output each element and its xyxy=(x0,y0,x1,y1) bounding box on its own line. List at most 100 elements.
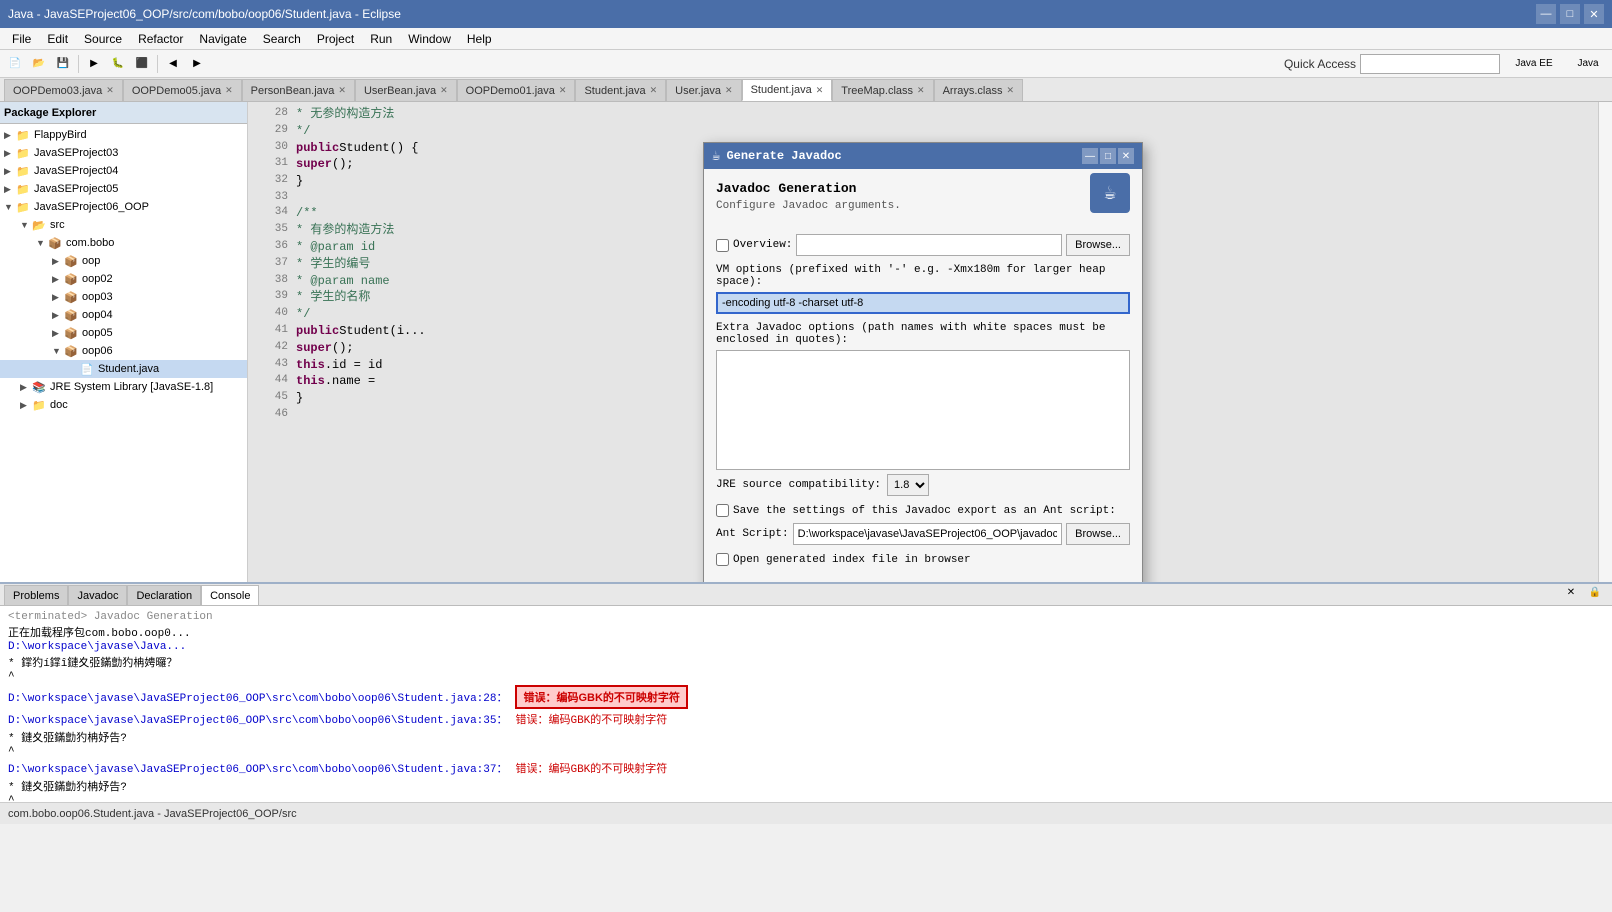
dialog-title-text: Generate Javadoc xyxy=(726,149,1082,163)
menu-project[interactable]: Project xyxy=(309,30,362,48)
arrow-oop02: ▶ xyxy=(52,274,64,285)
menu-navigate[interactable]: Navigate xyxy=(191,30,254,48)
menu-search[interactable]: Search xyxy=(255,30,309,48)
ant-browse-btn[interactable]: Browse... xyxy=(1066,523,1130,545)
sidebar-label-proj05: JavaSEProject05 xyxy=(34,183,118,195)
console-garbled-3: * 鏈夊弬鏋勯犳柟妤告? xyxy=(8,778,1604,794)
sidebar-item-proj04[interactable]: ▶ 📁 JavaSEProject04 xyxy=(0,162,247,180)
tab-close-student-active[interactable]: ✕ xyxy=(816,85,824,96)
arrow-oop04: ▶ xyxy=(52,310,64,321)
console-line-caret1: ^ xyxy=(8,671,1604,683)
tab-oopdemo05[interactable]: OOPDemo05.java ✕ xyxy=(123,79,242,101)
maximize-button[interactable]: □ xyxy=(1560,4,1580,24)
menu-source[interactable]: Source xyxy=(76,30,130,48)
arrow-src: ▼ xyxy=(20,220,32,230)
tab-javadoc[interactable]: Javadoc xyxy=(68,585,127,605)
overview-checkbox[interactable] xyxy=(716,239,729,252)
open-browser-checkbox[interactable] xyxy=(716,553,729,566)
toolbar-run[interactable]: ▶ xyxy=(83,53,105,75)
tab-close-user[interactable]: ✕ xyxy=(725,85,733,96)
sidebar-item-jre[interactable]: ▶ 📚 JRE System Library [JavaSE-1.8] xyxy=(0,378,247,396)
menu-file[interactable]: File xyxy=(4,30,39,48)
project-icon-proj04: 📁 xyxy=(16,165,32,178)
console-terminated: <terminated> Javadoc Generation xyxy=(8,611,1604,623)
tab-close-personbean[interactable]: ✕ xyxy=(338,85,346,96)
toolbar-new[interactable]: 📄 xyxy=(4,53,26,75)
tab-close-oopdemo01[interactable]: ✕ xyxy=(559,85,567,96)
ant-script-input[interactable] xyxy=(793,523,1063,545)
dialog-close-btn[interactable]: ✕ xyxy=(1118,148,1134,164)
tab-close-oopdemo05[interactable]: ✕ xyxy=(225,85,233,96)
sidebar-item-proj06[interactable]: ▼ 📁 JavaSEProject06_OOP xyxy=(0,198,247,216)
java-ee-btn[interactable]: Java EE xyxy=(1504,53,1564,75)
menu-help[interactable]: Help xyxy=(459,30,500,48)
toolbar-save[interactable]: 💾 xyxy=(52,53,74,75)
tab-console[interactable]: Console xyxy=(201,585,259,605)
minimize-button[interactable]: — xyxy=(1536,4,1556,24)
console-error-line-28: D:\workspace\javase\JavaSEProject06_OOP\… xyxy=(8,685,1604,709)
tab-arrays[interactable]: Arrays.class ✕ xyxy=(934,79,1023,101)
sidebar-item-oop05[interactable]: ▶ 📦 oop05 xyxy=(0,324,247,342)
toolbar-open[interactable]: 📂 xyxy=(28,53,50,75)
menu-edit[interactable]: Edit xyxy=(39,30,76,48)
tab-close-treemap[interactable]: ✕ xyxy=(917,85,925,96)
toolbar-prev[interactable]: ◀ xyxy=(162,53,184,75)
project-icon-proj03: 📁 xyxy=(16,147,32,160)
tab-declaration[interactable]: Declaration xyxy=(127,585,201,605)
sidebar-item-oop02[interactable]: ▶ 📦 oop02 xyxy=(0,270,247,288)
console-scroll-lock-btn[interactable]: 🔒 xyxy=(1584,581,1606,603)
sidebar-item-oop06[interactable]: ▼ 📦 oop06 xyxy=(0,342,247,360)
console-clear-btn[interactable]: ✕ xyxy=(1560,581,1582,603)
jre-compat-select[interactable]: 1.8 xyxy=(887,474,929,496)
console-error-line-35: D:\workspace\javase\JavaSEProject06_OOP\… xyxy=(8,711,1604,727)
tab-student1[interactable]: Student.java ✕ xyxy=(575,79,666,101)
menu-run[interactable]: Run xyxy=(362,30,400,48)
sidebar-item-oop[interactable]: ▶ 📦 oop xyxy=(0,252,247,270)
overview-browse-btn[interactable]: Browse... xyxy=(1066,234,1130,256)
sidebar-item-proj05[interactable]: ▶ 📁 JavaSEProject05 xyxy=(0,180,247,198)
dialog-title-bar: ☕ Generate Javadoc — □ ✕ xyxy=(704,143,1142,169)
sidebar-item-proj03[interactable]: ▶ 📁 JavaSEProject03 xyxy=(0,144,247,162)
tab-user[interactable]: User.java ✕ xyxy=(666,79,741,101)
sidebar-item-oop03[interactable]: ▶ 📦 oop03 xyxy=(0,288,247,306)
vm-options-input[interactable] xyxy=(716,292,1130,314)
console-path-28: D:\workspace\javase\JavaSEProject06_OOP\… xyxy=(8,689,507,705)
tab-personbean[interactable]: PersonBean.java ✕ xyxy=(242,79,355,101)
tab-student-active[interactable]: Student.java ✕ xyxy=(742,79,833,101)
console-error-line-37: D:\workspace\javase\JavaSEProject06_OOP\… xyxy=(8,760,1604,776)
sidebar-item-flappybird[interactable]: ▶ 📁 FlappyBird xyxy=(0,126,247,144)
tab-oopdemo03[interactable]: OOPDemo03.java ✕ xyxy=(4,79,123,101)
toolbar-debug[interactable]: 🐛 xyxy=(107,53,129,75)
java-btn[interactable]: Java xyxy=(1568,53,1608,75)
sidebar-item-student[interactable]: 📄 Student.java xyxy=(0,360,247,378)
open-browser-row: Open generated index file in browser xyxy=(716,553,1130,566)
sidebar-item-oop04[interactable]: ▶ 📦 oop04 xyxy=(0,306,247,324)
editor-area[interactable]: 28 * 无参的构造方法 29 */ 30public Student() { … xyxy=(248,102,1598,582)
overview-input[interactable] xyxy=(796,234,1062,256)
sidebar-item-combobo[interactable]: ▼ 📦 com.bobo xyxy=(0,234,247,252)
tab-close-student1[interactable]: ✕ xyxy=(650,85,658,96)
tab-close-arrays[interactable]: ✕ xyxy=(1006,85,1014,96)
tab-oopdemo01[interactable]: OOPDemo01.java ✕ xyxy=(457,79,576,101)
package-icon-oop03: 📦 xyxy=(64,291,80,304)
toolbar-next[interactable]: ▶ xyxy=(186,53,208,75)
sidebar-content: ▶ 📁 FlappyBird ▶ 📁 JavaSEProject03 ▶ 📁 J… xyxy=(0,124,247,582)
tab-treemap[interactable]: TreeMap.class ✕ xyxy=(832,79,933,101)
dialog-minimize-btn[interactable]: — xyxy=(1082,148,1098,164)
menu-refactor[interactable]: Refactor xyxy=(130,30,191,48)
sidebar-item-doc[interactable]: ▶ 📁 doc xyxy=(0,396,247,414)
sidebar-item-src[interactable]: ▼ 📂 src xyxy=(0,216,247,234)
menu-window[interactable]: Window xyxy=(400,30,459,48)
tab-close-userbean[interactable]: ✕ xyxy=(440,85,448,96)
main-layout: Package Explorer ▶ 📁 FlappyBird ▶ 📁 Java… xyxy=(0,102,1612,582)
extra-options-textarea[interactable] xyxy=(716,350,1130,470)
project-icon-flappybird: 📁 xyxy=(16,129,32,142)
close-button[interactable]: ✕ xyxy=(1584,4,1604,24)
tab-close-oopdemo03[interactable]: ✕ xyxy=(106,85,114,96)
quick-access-input[interactable] xyxy=(1360,54,1500,74)
dialog-maximize-btn[interactable]: □ xyxy=(1100,148,1116,164)
tab-problems[interactable]: Problems xyxy=(4,585,68,605)
tab-userbean[interactable]: UserBean.java ✕ xyxy=(355,79,457,101)
toolbar-stop[interactable]: ⬛ xyxy=(131,53,153,75)
save-ant-checkbox[interactable] xyxy=(716,504,729,517)
